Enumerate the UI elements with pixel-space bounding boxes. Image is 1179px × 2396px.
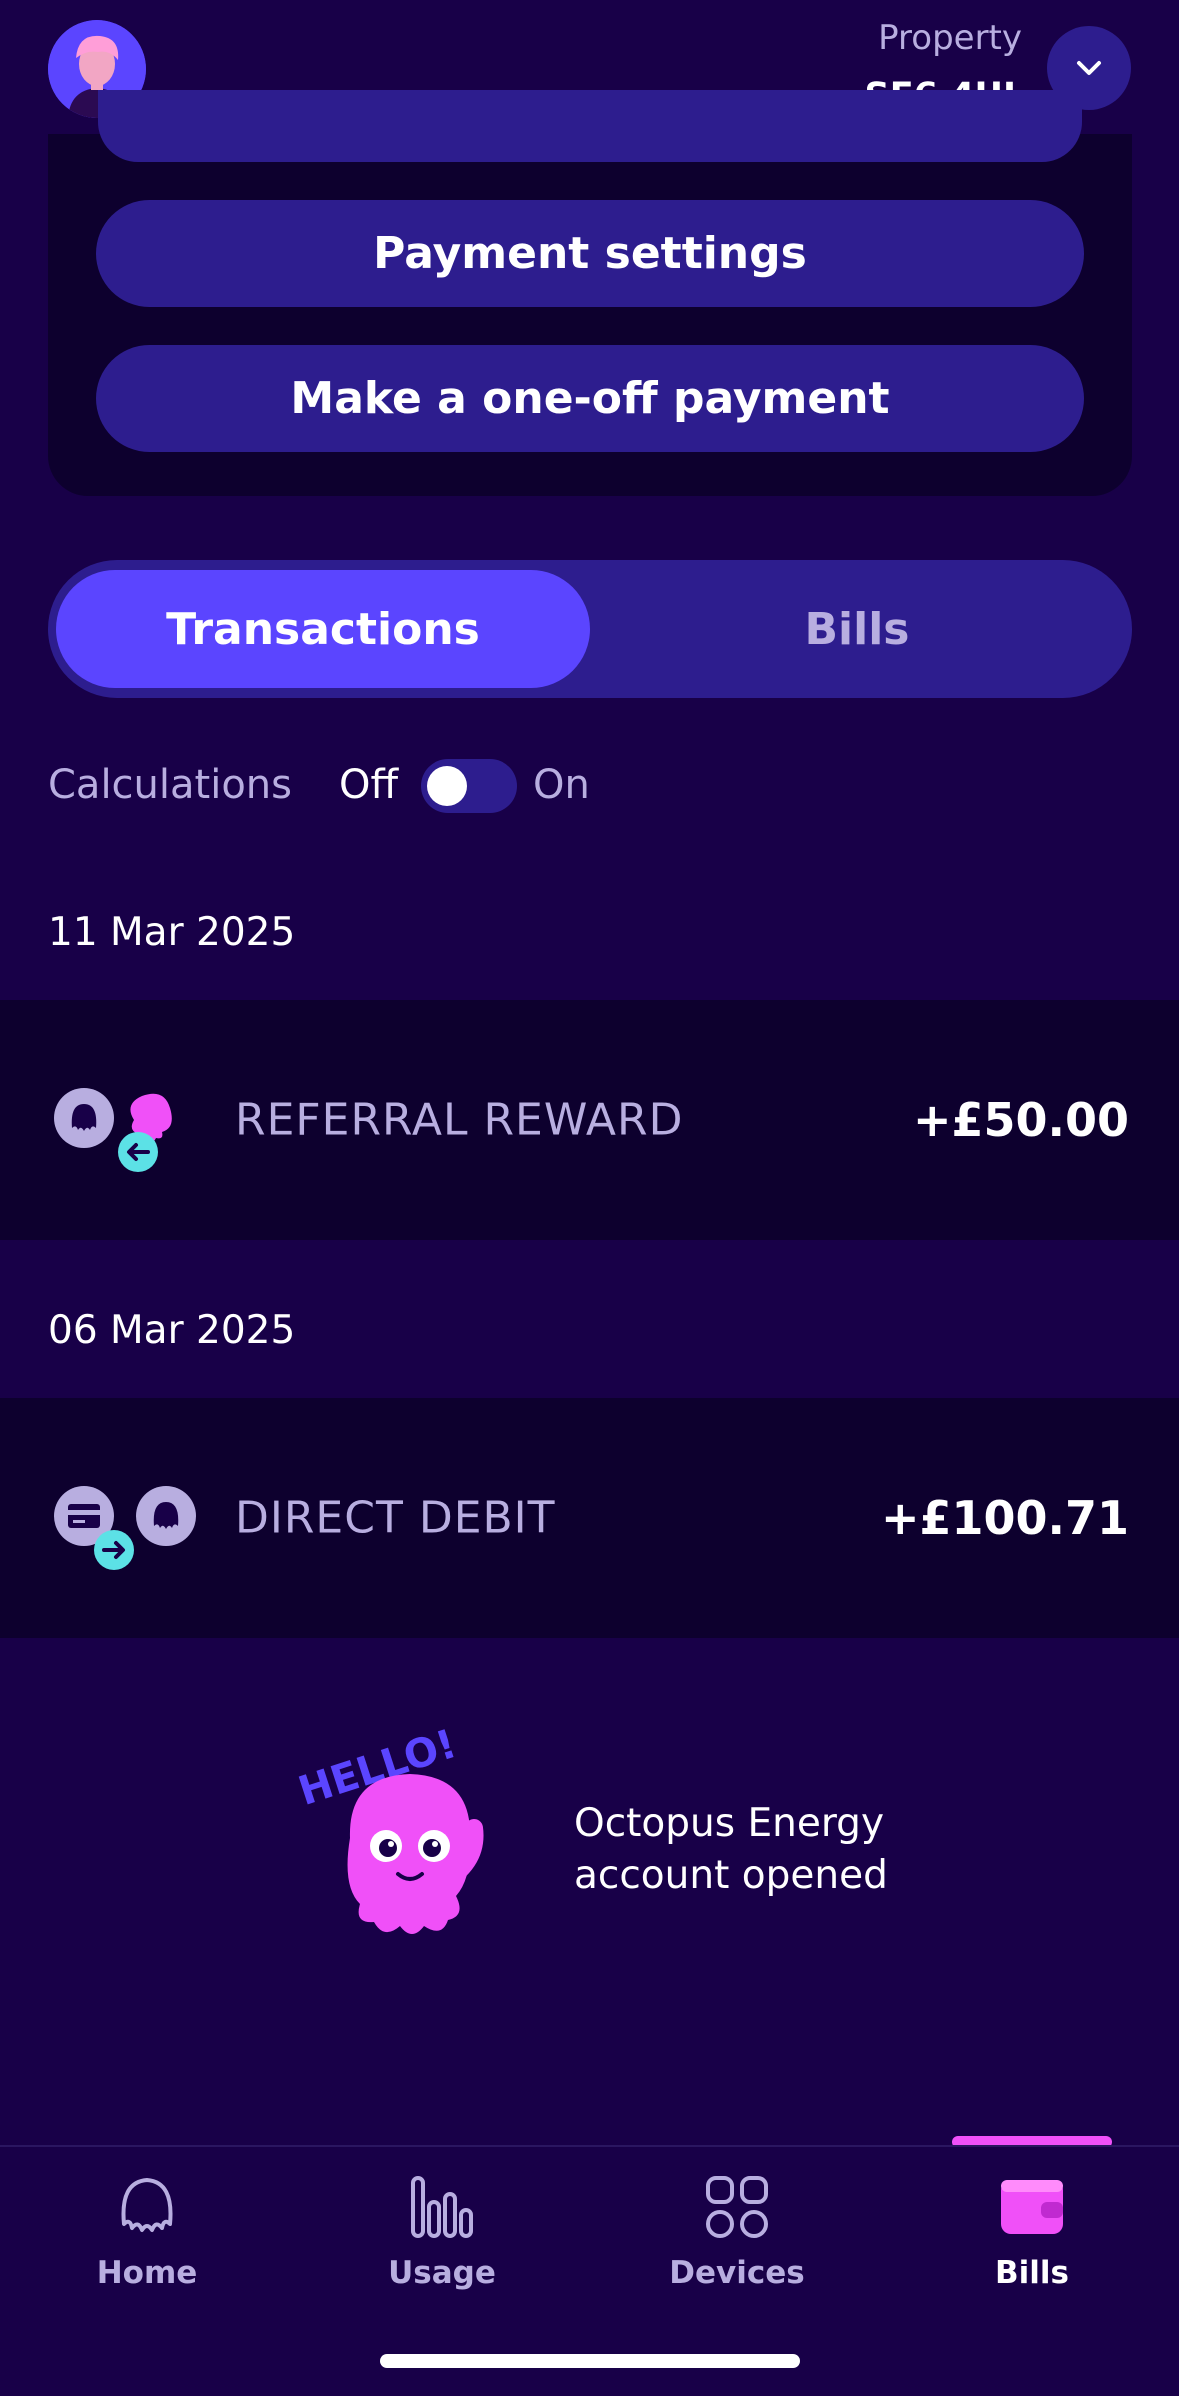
nav-bills-label: Bills (995, 2255, 1069, 2291)
octopus-icon (121, 2178, 173, 2232)
nav-home[interactable]: Home (0, 2147, 294, 2307)
tab-transactions[interactable]: Transactions (56, 570, 590, 688)
transaction-title: DIRECT DEBIT (235, 1492, 556, 1544)
transaction-title: REFERRAL REWARD (235, 1094, 684, 1146)
account-opened-text: Octopus Energy account opened (574, 1798, 888, 1902)
octopus-mascot-illustration: HELLO! (290, 1721, 520, 1958)
nav-usage-label: Usage (388, 2255, 496, 2291)
transaction-row[interactable]: DIRECT DEBIT +£100.71 (0, 1398, 1179, 1638)
transaction-date: 06 Mar 2025 (48, 1308, 296, 1353)
tab-bills[interactable]: Bills (590, 570, 1124, 688)
payment-settings-button[interactable]: Payment settings (96, 200, 1084, 307)
payment-panel-button-partial[interactable] (98, 90, 1082, 162)
referral-icon (52, 1080, 212, 1180)
calculations-toggle[interactable] (421, 759, 517, 813)
toggle-knob (427, 766, 467, 806)
transaction-amount: +£100.71 (880, 1491, 1129, 1545)
calculations-label: Calculations (48, 762, 292, 808)
grid-icon (706, 2176, 768, 2238)
one-off-payment-button[interactable]: Make a one-off payment (96, 345, 1084, 452)
app-screen: Property SE6 4UJ Payment settings Make a… (0, 0, 1179, 2396)
toggle-on-label: On (533, 762, 590, 808)
toggle-off-label: Off (339, 762, 399, 808)
direct-debit-icon (52, 1478, 212, 1578)
transaction-date: 11 Mar 2025 (48, 910, 296, 955)
nav-bills[interactable]: Bills (885, 2147, 1179, 2307)
transactions-bills-tabs: Transactions Bills (48, 560, 1132, 698)
nav-devices-label: Devices (669, 2255, 805, 2291)
property-label: Property (878, 18, 1022, 58)
chevron-down-icon (1077, 61, 1101, 75)
bar-chart-icon (411, 2176, 473, 2238)
nav-usage[interactable]: Usage (295, 2147, 589, 2307)
account-opened-line2: account opened (574, 1853, 888, 1898)
nav-home-label: Home (96, 2255, 198, 2291)
wallet-icon (1001, 2180, 1063, 2234)
home-indicator[interactable] (380, 2354, 800, 2368)
nav-devices[interactable]: Devices (590, 2147, 884, 2307)
account-opened-line1: Octopus Energy (574, 1801, 885, 1846)
transaction-amount: +£50.00 (912, 1093, 1129, 1147)
transaction-row[interactable]: REFERRAL REWARD +£50.00 (0, 1000, 1179, 1240)
